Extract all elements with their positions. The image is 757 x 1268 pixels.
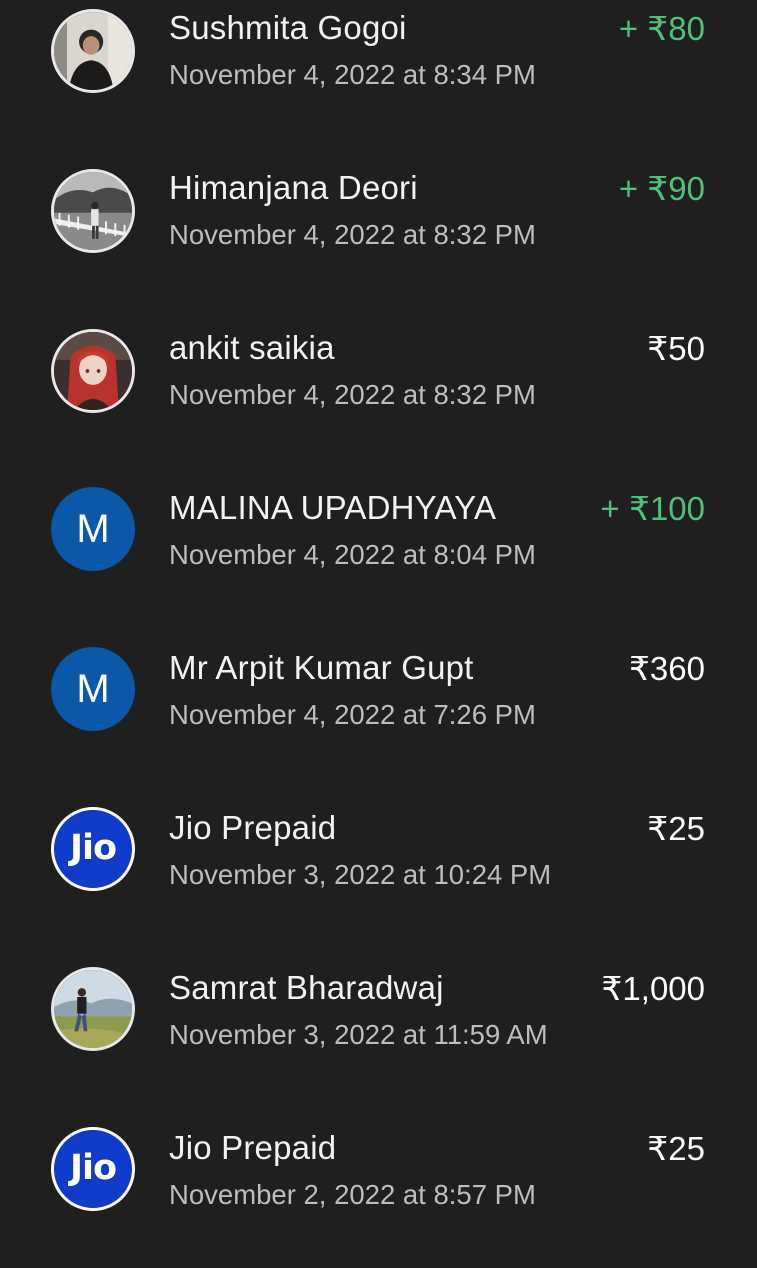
contact-name: Sushmita Gogoi <box>169 9 407 46</box>
transaction-date: November 3, 2022 at 10:24 PM <box>169 859 552 890</box>
transaction-row[interactable]: M MALINA UPADHYAYA November 4, 2022 at 8… <box>0 468 757 628</box>
transaction-date: November 4, 2022 at 7:26 PM <box>169 699 536 730</box>
jio-logo-icon: Jio <box>51 1127 135 1211</box>
transaction-row[interactable]: ankit saikia November 4, 2022 at 8:32 PM… <box>0 308 757 468</box>
jio-logo-text: Jio <box>69 828 117 868</box>
photo-field-icon <box>51 967 135 1051</box>
photo-anime-icon <box>51 329 135 413</box>
letter-avatar: M <box>51 647 135 731</box>
transaction-date: November 4, 2022 at 8:34 PM <box>169 59 536 90</box>
contact-name: Mr Arpit Kumar Gupt <box>169 649 474 686</box>
amount-received: + ₹90 <box>618 170 705 207</box>
contact-name: ankit saikia <box>169 329 335 366</box>
amount-paid: ₹25 <box>647 1130 705 1167</box>
amount-paid: ₹25 <box>647 810 705 847</box>
amount-received: + ₹80 <box>618 10 705 47</box>
contact-name: Jio Prepaid <box>169 809 337 846</box>
jio-logo-text: Jio <box>69 1148 117 1188</box>
photo-person-icon <box>51 9 135 93</box>
photo-bridge-icon <box>51 169 135 253</box>
contact-name: MALINA UPADHYAYA <box>169 489 497 526</box>
transaction-date: November 4, 2022 at 8:32 PM <box>169 219 536 250</box>
transaction-row[interactable]: Jio Jio Prepaid November 2, 2022 at 8:57… <box>0 1108 757 1268</box>
transaction-row[interactable]: M Mr Arpit Kumar Gupt November 4, 2022 a… <box>0 628 757 788</box>
contact-name: Himanjana Deori <box>169 169 418 206</box>
contact-name: Samrat Bharadwaj <box>169 969 444 1006</box>
jio-logo-icon: Jio <box>51 807 135 891</box>
transaction-date: November 4, 2022 at 8:04 PM <box>169 539 536 570</box>
contact-name: Jio Prepaid <box>169 1129 337 1166</box>
amount-paid: ₹1,000 <box>601 970 705 1007</box>
transaction-date: November 4, 2022 at 8:32 PM <box>169 379 536 410</box>
transaction-row[interactable]: Samrat Bharadwaj November 3, 2022 at 11:… <box>0 948 757 1108</box>
amount-paid: ₹50 <box>647 330 705 367</box>
transaction-row[interactable]: Himanjana Deori November 4, 2022 at 8:32… <box>0 148 757 308</box>
amount-received: + ₹100 <box>600 490 706 527</box>
transaction-date: November 2, 2022 at 8:57 PM <box>169 1179 536 1210</box>
transaction-row[interactable]: Sushmita Gogoi November 4, 2022 at 8:34 … <box>0 0 757 148</box>
amount-paid: ₹360 <box>628 650 705 687</box>
letter-avatar: M <box>51 487 135 571</box>
transaction-row[interactable]: Jio Jio Prepaid November 3, 2022 at 10:2… <box>0 788 757 948</box>
transaction-date: November 3, 2022 at 11:59 AM <box>169 1019 548 1050</box>
